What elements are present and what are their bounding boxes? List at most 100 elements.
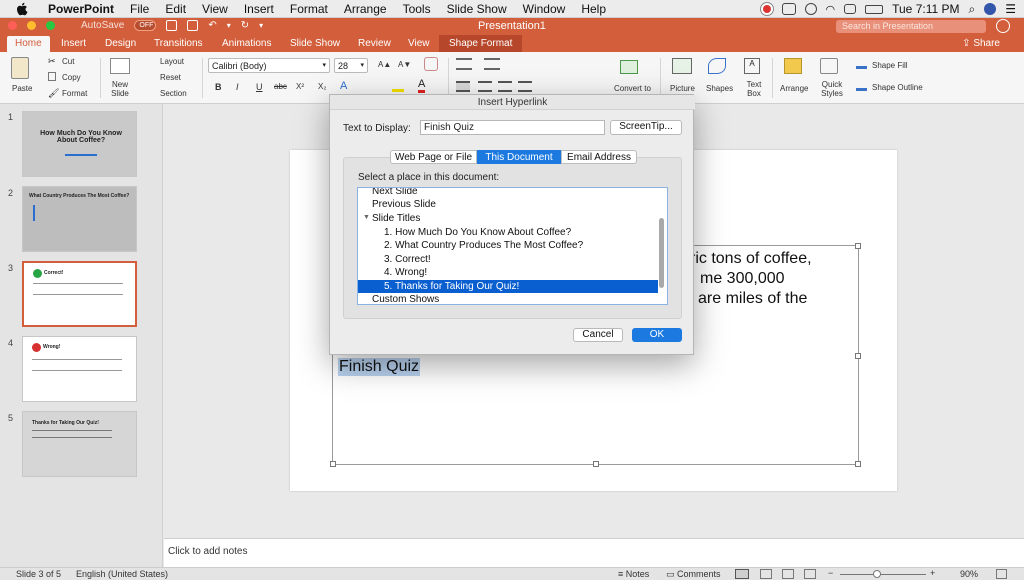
quick-styles-icon[interactable] [820,58,838,74]
language-status[interactable]: English (United States) [76,569,168,579]
convert-to-smartart-icon[interactable] [620,60,638,74]
menu-tools[interactable]: Tools [395,0,439,18]
list-scrollbar[interactable] [659,218,664,288]
fit-slide-icon[interactable] [996,569,1007,579]
picture-icon[interactable] [672,58,692,74]
arrange-icon[interactable] [784,58,802,74]
menu-insert[interactable]: Insert [236,0,282,18]
battery-icon[interactable] [865,4,884,14]
tab-this-document[interactable]: This Document [477,150,561,164]
wifi-icon[interactable]: ◠ [826,3,836,16]
thumbnail-slide-4[interactable]: Wrong! [22,336,137,402]
screen-icon[interactable] [781,3,796,15]
paste-button[interactable]: Paste [12,84,32,93]
quick-styles-button[interactable]: Quick Styles [820,80,844,98]
align-center-icon[interactable] [478,81,492,92]
section-button[interactable]: Section [160,89,187,98]
tab-design[interactable]: Design [105,38,136,49]
text-box-icon[interactable]: A [744,58,760,74]
font-size-select[interactable]: 28 ▾ [334,58,368,73]
shape-outline-icon[interactable] [856,80,867,91]
list-item[interactable]: Next Slide [358,188,658,198]
convert-to-button[interactable]: Convert to [614,84,651,93]
reading-view-icon[interactable] [782,569,794,579]
new-slide-button[interactable]: New Slide [108,80,132,98]
format-painter-button[interactable]: Format [62,89,87,98]
notes-button[interactable]: ≡ Notes [618,569,649,579]
reset-button[interactable]: Reset [160,73,181,82]
bold-button[interactable]: B [215,82,222,92]
align-right-icon[interactable] [498,81,512,92]
undo-dropdown-icon[interactable]: ▾ [227,21,231,30]
document-place-list[interactable]: Next Slide Previous Slide ▼ Slide Titles… [357,187,668,305]
menu-file[interactable]: File [122,0,157,18]
numbering-icon[interactable] [484,58,500,70]
save-icon[interactable] [187,20,199,31]
tab-web-page-or-file[interactable]: Web Page or File [390,150,477,164]
cancel-button[interactable]: Cancel [573,328,623,342]
menu-format[interactable]: Format [282,0,336,18]
notification-center-icon[interactable]: ☰ [1005,2,1016,16]
hyperlink-text[interactable]: Finish Quiz [338,358,421,376]
thumbnail-slide-3[interactable]: Correct! [22,261,137,327]
apple-icon[interactable] [12,0,32,18]
redo-icon[interactable]: ↻ [241,20,249,31]
paste-icon[interactable] [11,57,29,79]
recording-icon[interactable] [760,3,773,15]
font-name-select[interactable]: Calibri (Body) ▾ [208,58,330,73]
shape-fill-icon[interactable] [856,58,867,69]
highlight-color-icon[interactable] [392,80,404,92]
picture-button[interactable]: Picture [670,84,695,93]
resize-handle[interactable] [593,461,599,467]
list-item[interactable]: 1. How Much Do You Know About Coffee? [358,226,658,239]
clock[interactable]: Tue 7:11 PM [892,2,959,16]
list-item[interactable]: Slide Titles [358,212,658,225]
layout-button[interactable]: Layout [160,57,184,66]
tab-transitions[interactable]: Transitions [154,38,203,49]
list-item-selected[interactable]: 5. Thanks for Taking Our Quiz! [358,280,658,293]
user-avatar-icon[interactable] [984,3,997,15]
bullets-icon[interactable] [456,58,472,70]
new-slide-icon[interactable] [110,58,130,74]
screentip-button[interactable]: ScreenTip... [610,120,682,135]
menu-edit[interactable]: Edit [157,0,194,18]
timemachine-icon[interactable] [804,3,817,15]
cut-button[interactable]: Cut [62,57,74,66]
shapes-button[interactable]: Shapes [706,84,733,93]
underline-button[interactable]: U [256,82,263,92]
tab-email-address[interactable]: Email Address [561,150,637,164]
autosave-toggle[interactable]: OFF [134,20,157,31]
home-icon[interactable] [166,20,178,31]
strikethrough-button[interactable]: abc [274,82,287,91]
resize-handle[interactable] [855,243,861,249]
list-item[interactable]: Previous Slide [358,198,658,211]
text-to-display-input[interactable]: Finish Quiz [420,120,605,135]
shape-outline-button[interactable]: Shape Outline [872,83,923,92]
tab-review[interactable]: Review [358,38,391,49]
tab-slide-show[interactable]: Slide Show [290,38,340,49]
notes-pane[interactable]: Click to add notes [164,538,1024,567]
text-effects-icon[interactable]: A [340,80,347,92]
list-item[interactable]: 2. What Country Produces The Most Coffee… [358,239,658,252]
list-item[interactable]: 3. Correct! [358,253,658,266]
zoom-out-button[interactable]: − [828,568,833,578]
tab-animations[interactable]: Animations [222,38,271,49]
resize-handle[interactable] [855,353,861,359]
airplay-icon[interactable] [844,4,857,14]
arrange-button[interactable]: Arrange [780,84,808,93]
grow-font-button[interactable]: A▲ [378,60,391,69]
zoom-slider[interactable] [840,574,926,575]
menu-window[interactable]: Window [515,0,574,18]
resize-handle[interactable] [330,461,336,467]
slide-show-icon[interactable] [804,569,816,579]
font-color-icon[interactable]: A [418,79,426,93]
tab-insert[interactable]: Insert [61,38,86,49]
zoom-level[interactable]: 90% [960,569,978,579]
customize-toolbar-icon[interactable]: ▾ [259,21,263,30]
superscript-button[interactable]: X² [296,82,304,91]
share-button[interactable]: ⇪ Share [962,38,1000,49]
smiley-icon[interactable] [996,19,1010,33]
normal-view-icon[interactable] [735,569,749,579]
thumbnail-slide-1[interactable]: How Much Do You Know About Coffee? [22,111,137,177]
resize-handle[interactable] [855,461,861,467]
